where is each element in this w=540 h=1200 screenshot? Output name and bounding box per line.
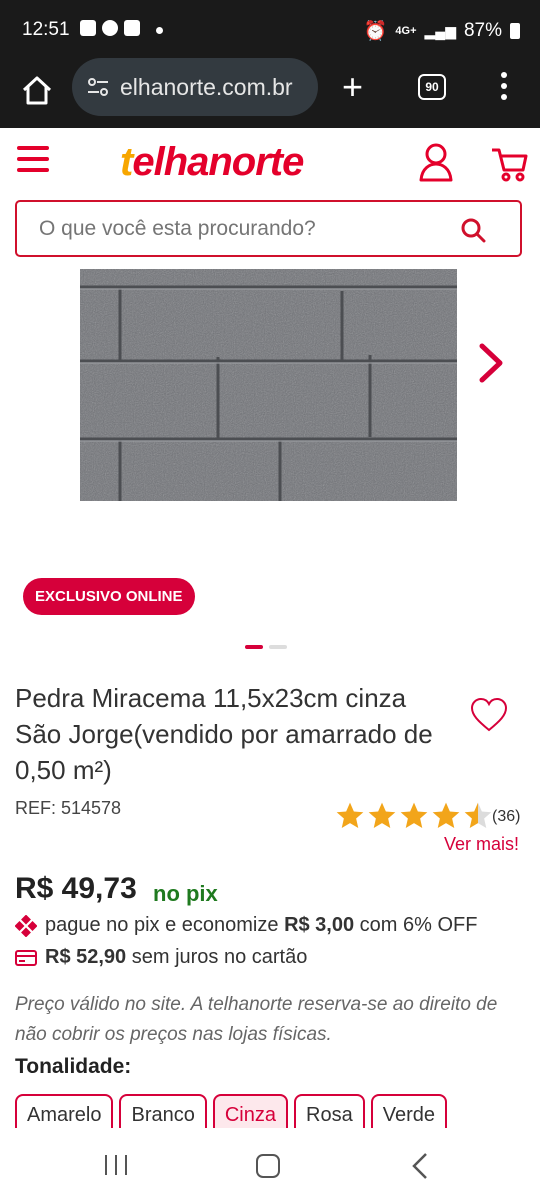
menu-icon[interactable] [17, 146, 49, 172]
product-title: Pedra Miracema 11,5x23cm cinza São Jorge… [15, 683, 433, 785]
product-ref: REF: 514578 [15, 798, 122, 818]
status-time: 12:51 [22, 19, 70, 40]
pix-text-pre: pague no pix e economize [45, 914, 285, 936]
notification-icons [80, 20, 140, 36]
more-notifications-icon [156, 27, 163, 34]
star-icon [432, 802, 460, 828]
pix-saving: R$ 3,00 [284, 914, 355, 936]
logo-text: elhanorte [132, 140, 304, 184]
favorite-heart-icon[interactable] [470, 697, 508, 733]
home-button-icon[interactable] [256, 1154, 280, 1178]
star-icon [464, 802, 492, 828]
search-box [15, 200, 522, 257]
card-price: R$ 52,90 [45, 946, 127, 968]
site-header: telhanorte [0, 128, 540, 198]
back-icon[interactable] [410, 1152, 430, 1180]
see-more-link[interactable]: Ver mais! [444, 834, 519, 855]
pix-suffix: no pix [153, 881, 218, 906]
system-nav-bar [0, 1128, 540, 1200]
url-text: elhanorte.com.br [120, 73, 293, 100]
site-settings-icon[interactable] [84, 75, 112, 99]
battery-percent: 87% [463, 20, 502, 41]
battery-icon [510, 23, 520, 39]
home-icon[interactable] [20, 74, 54, 106]
whatsapp-icon [102, 20, 118, 36]
search-input[interactable] [39, 213, 439, 245]
tab-count-button[interactable]: 90 [418, 74, 446, 100]
pix-price: R$ 49,73 [15, 872, 137, 905]
carousel-next-icon[interactable] [476, 342, 506, 384]
shopping-icon [124, 20, 140, 36]
url-bar[interactable]: elhanorte.com.br [72, 58, 318, 116]
star-icon [336, 802, 364, 828]
logo[interactable]: telhanorte [120, 140, 304, 185]
signal-icon: ▂▄▆ [424, 22, 456, 39]
status-bar: 12:51 ⏰ 4G+ ▂▄▆ 87% [0, 0, 540, 58]
star-icon [368, 802, 396, 828]
review-count[interactable]: (36) [492, 808, 520, 826]
gallery-icon [80, 20, 96, 36]
rating-stars[interactable] [334, 800, 494, 832]
carousel-dot-1[interactable] [245, 645, 263, 649]
browser-menu-icon[interactable] [500, 72, 508, 102]
browser-toolbar: elhanorte.com.br + 90 [0, 58, 540, 128]
pix-icon [15, 914, 37, 937]
user-icon[interactable] [418, 142, 458, 184]
card-price-line: R$ 52,90 sem juros no cartão [15, 946, 307, 969]
credit-card-icon [15, 949, 37, 966]
exclusive-badge: EXCLUSIVO ONLINE [23, 578, 195, 615]
alarm-icon: ⏰ [363, 21, 388, 42]
card-text: sem juros no cartão [126, 946, 308, 968]
logo-prefix: t [120, 140, 133, 184]
carousel-indicator [245, 645, 287, 649]
search-icon[interactable] [460, 217, 486, 243]
price-disclaimer: Preço válido no site. A telhanorte reser… [15, 994, 498, 1045]
network-label: 4G+ [395, 25, 417, 37]
product-image[interactable] [80, 269, 457, 501]
new-tab-icon[interactable]: + [342, 69, 363, 105]
pix-text-post: com 6% OFF [354, 914, 478, 936]
tonality-label: Tonalidade: [15, 1055, 132, 1078]
recents-icon[interactable] [105, 1155, 127, 1175]
carousel-dot-2[interactable] [269, 645, 287, 649]
star-icon [400, 802, 428, 828]
cart-icon[interactable] [490, 144, 530, 184]
pix-savings-line: pague no pix e economize R$ 3,00 com 6% … [15, 914, 477, 937]
